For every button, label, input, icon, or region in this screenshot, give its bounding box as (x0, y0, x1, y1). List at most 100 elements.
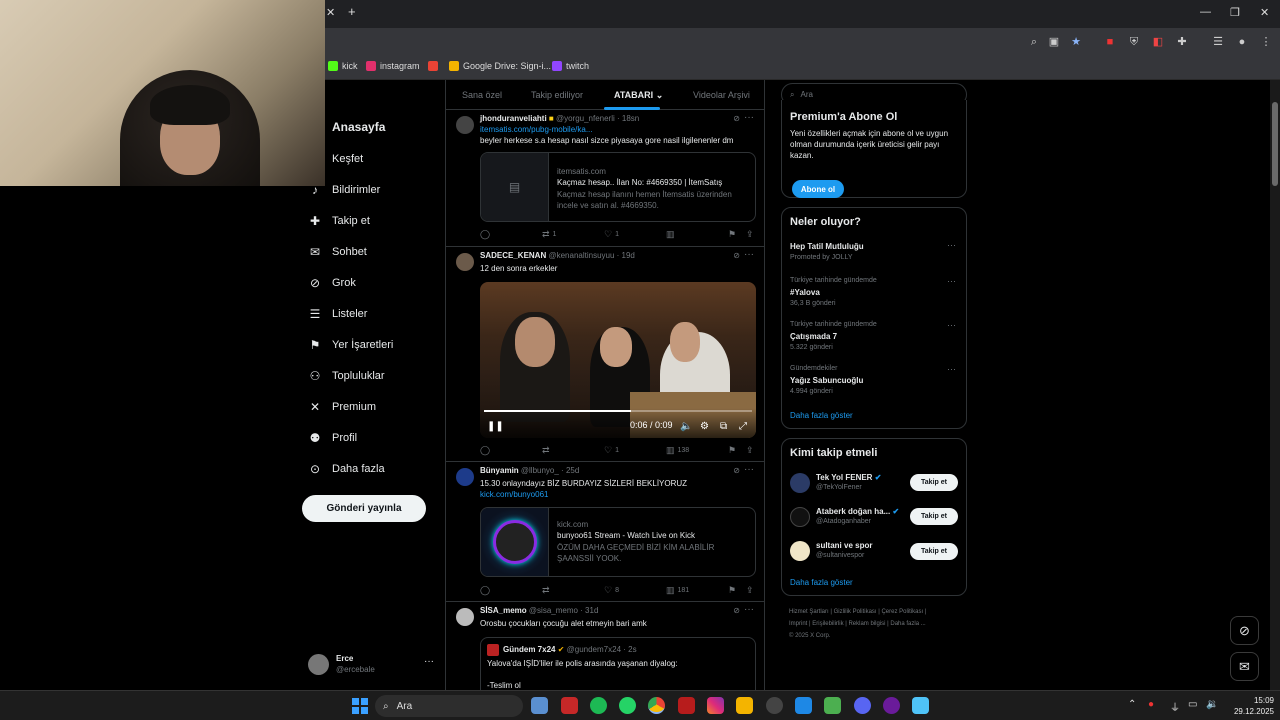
tab-video-archive[interactable]: Videolar Arşivi (693, 90, 750, 100)
app-red-icon[interactable] (561, 697, 578, 714)
show-more-follow[interactable]: Daha fazla göster (790, 578, 853, 587)
grok-icon[interactable]: ⊘ (733, 606, 740, 615)
more-icon[interactable]: ··· (947, 320, 956, 330)
more-icon[interactable]: ··· (744, 249, 754, 260)
app-green-icon[interactable] (824, 697, 841, 714)
link-card[interactable]: ▤ itemsatis.com Kaçmaz hesap.. İlan No: … (480, 152, 756, 222)
reply-button[interactable]: ◯ (480, 445, 493, 456)
views-button[interactable]: ▥ 181 (666, 585, 689, 596)
footer-line[interactable]: Imprint | Erişilebilirlik | Reklam bilgi… (789, 618, 959, 630)
avatar[interactable] (456, 116, 474, 134)
views-button[interactable]: ▥ 138 (666, 445, 689, 456)
grok-icon[interactable]: ⊘ (733, 251, 740, 260)
zoom-icon[interactable]: ⌕ (1028, 36, 1040, 48)
windows-start-icon[interactable] (352, 698, 368, 714)
views-button[interactable]: ▥ (666, 229, 678, 240)
avatar[interactable] (456, 468, 474, 486)
more-icon[interactable]: ··· (424, 656, 434, 667)
star-icon[interactable]: ★ (1070, 36, 1082, 48)
fullscreen-icon[interactable]: ⤢ (739, 421, 747, 432)
network-icon[interactable]: ▭ (1188, 699, 1197, 710)
post-button[interactable]: Gönderi yayınla (302, 495, 426, 522)
tab-for-you[interactable]: Sana özel (462, 90, 502, 100)
app-dark-red-icon[interactable] (678, 697, 695, 714)
follow-button[interactable]: Takip et (910, 543, 958, 560)
more-icon[interactable]: ··· (947, 276, 956, 286)
nav-item-communities[interactable]: ⚇ Topluluklar (308, 369, 385, 383)
video-player[interactable]: ❚❚ 0:06 / 0:09 🔈 ⚙ ⧉ ⤢ (480, 282, 756, 438)
restore-icon[interactable]: ❐ (1230, 6, 1240, 19)
notepad-icon[interactable] (795, 697, 812, 714)
like-button[interactable]: ♡ 1 (604, 445, 619, 456)
show-more-trends[interactable]: Daha fazla göster (790, 411, 853, 420)
app-circle-icon[interactable] (766, 697, 783, 714)
tweet[interactable]: SİSA_memo @sisa_memo · 31d ⊘ ··· Orosbu … (446, 602, 764, 690)
trend-name[interactable]: Hep Tatil Mutluluğu (790, 242, 864, 251)
follow-name[interactable]: Tek Yol FENER ✔ (816, 473, 881, 482)
grok-icon[interactable]: ⊘ (733, 114, 740, 123)
tweet-author[interactable]: jhonduranveliahti (480, 114, 547, 123)
follow-name[interactable]: sultani ve spor (816, 541, 872, 550)
nav-item-lists[interactable]: ☰ Listeler (308, 307, 368, 321)
tray-app-icon[interactable]: ● (1148, 699, 1154, 710)
avatar[interactable] (790, 541, 810, 561)
instagram-icon[interactable] (707, 697, 724, 714)
nav-item-profile[interactable]: ⚉ Profil (308, 431, 357, 445)
tweet-author[interactable]: SADECE_KENAN (480, 251, 546, 260)
bookmark-kick[interactable]: kick (328, 61, 358, 71)
volume-icon[interactable]: 🔉 (1206, 699, 1218, 710)
share-button[interactable]: ⇪ (746, 229, 754, 240)
profile-avatar-icon[interactable]: ● (1236, 36, 1248, 48)
whatsapp-icon[interactable] (619, 697, 636, 714)
shield-icon[interactable]: ⛨ (1128, 36, 1140, 48)
like-button[interactable]: ♡ 8 (604, 585, 619, 596)
tab-following[interactable]: Takip ediliyor (531, 90, 583, 100)
repost-button[interactable]: ⇄ (542, 585, 553, 596)
nav-item-more[interactable]: ⊙ Daha fazla (308, 462, 385, 476)
subscribe-button[interactable]: Abone ol (792, 180, 844, 198)
repost-button[interactable]: ⇄ 1 (542, 229, 556, 240)
extension-red-icon[interactable]: ■ (1104, 36, 1116, 48)
video-progress-bar[interactable] (484, 410, 752, 412)
more-icon[interactable]: ··· (947, 240, 956, 250)
menu-icon[interactable]: ⋮ (1260, 36, 1272, 48)
cast-icon[interactable]: ▣ (1048, 36, 1060, 48)
share-button[interactable]: ⇪ (746, 445, 754, 456)
file-explorer-icon[interactable] (736, 697, 753, 714)
more-icon[interactable]: ··· (744, 112, 754, 123)
settings-icon[interactable]: ⚙ (700, 421, 709, 432)
trend-name[interactable]: Çatışmada 7 (790, 332, 837, 341)
discord-icon[interactable] (854, 697, 871, 714)
more-icon[interactable]: ··· (947, 364, 956, 374)
repost-button[interactable]: ⇄ (542, 445, 553, 456)
more-icon[interactable]: ··· (744, 464, 754, 475)
nav-item-bookmarks[interactable]: ⚑ Yer İşaretleri (308, 338, 394, 352)
tweet[interactable]: jhonduranveliahti ■ @yorgu_nfenerli · 18… (446, 110, 764, 247)
window-close-icon[interactable]: ✕ (1260, 6, 1269, 19)
reply-button[interactable]: ◯ (480, 229, 493, 240)
avatar[interactable] (456, 608, 474, 626)
media-icon[interactable]: ☰ (1212, 36, 1224, 48)
settings-app-icon[interactable] (531, 697, 548, 714)
app-blue-icon[interactable] (912, 697, 929, 714)
taskbar-clock[interactable]: 15:09 29.12.2025 (1222, 695, 1274, 717)
bookmark-button[interactable]: ⚑ (728, 585, 736, 596)
bookmark-button[interactable]: ⚑ (728, 229, 736, 240)
tweet[interactable]: Bünyamin @llbunyo_ · 25d ⊘ ··· 15.30 onl… (446, 462, 764, 602)
bookmark-gmail[interactable] (428, 61, 438, 71)
nav-item-grok[interactable]: ⊘ Grok (308, 276, 356, 290)
chrome-icon[interactable] (648, 697, 665, 714)
avatar[interactable] (456, 253, 474, 271)
nav-item-premium[interactable]: ✕ Premium (308, 400, 376, 414)
more-icon[interactable]: ··· (744, 604, 754, 615)
grok-icon[interactable]: ⊘ (733, 466, 740, 475)
pip-icon[interactable]: ⧉ (720, 421, 727, 432)
minimize-icon[interactable]: — (1200, 6, 1211, 18)
quote-author[interactable]: Gündem 7x24 (503, 645, 555, 654)
pause-icon[interactable]: ❚❚ (487, 421, 504, 432)
like-button[interactable]: ♡ 1 (604, 229, 619, 240)
extension-icon[interactable]: ◧ (1152, 36, 1164, 48)
tab-atabari[interactable]: ATABARI ⌄ (614, 90, 663, 101)
mute-icon[interactable]: 🔈 (680, 421, 692, 432)
share-button[interactable]: ⇪ (746, 585, 754, 596)
